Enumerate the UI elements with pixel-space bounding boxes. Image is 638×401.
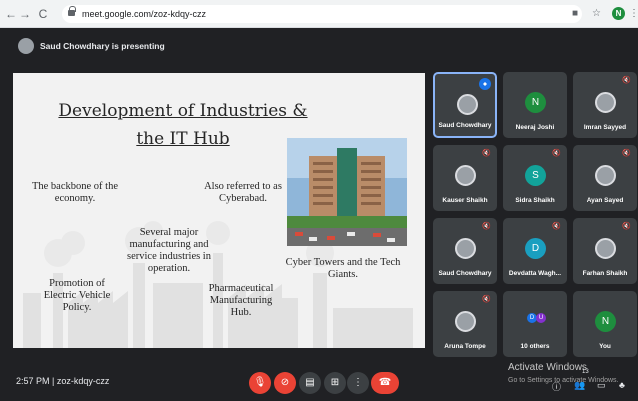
participant-tile[interactable]: 🔇 Aruna Tompe [433, 291, 497, 357]
participant-initial-avatar: D [525, 238, 546, 259]
star-icon[interactable]: ☆ [592, 8, 601, 19]
presenting-text: Saud Chowdhary is presenting [40, 41, 165, 51]
participant-photo-avatar [455, 165, 476, 186]
participant-name: Aruna Tompe [444, 343, 486, 350]
point-cyber-towers: Cyber Towers and the Tech Giants. [285, 257, 401, 280]
participant-name: Sidra Shaikh [515, 197, 555, 204]
people-count-badge: 13 [582, 369, 589, 375]
muted-mic-icon: 🔇 [552, 223, 561, 230]
participant-name: Saud Chowdhary [438, 122, 492, 129]
participant-tile[interactable]: 🔇 Imran Sayyed [573, 72, 637, 138]
participant-initial-avatar: N [525, 92, 546, 113]
participant-tile[interactable]: 🔇 Saud Chowdhary [433, 218, 497, 284]
participant-tile[interactable]: 🔇 Kauser Shaikh [433, 145, 497, 211]
participant-photo-avatar [595, 238, 616, 259]
address-bar[interactable]: meet.google.com/zoz-kdqy-czz [62, 5, 582, 23]
muted-mic-icon: 🔇 [622, 150, 631, 157]
participant-photo-avatar [455, 238, 476, 259]
forward-button[interactable]: → [18, 7, 32, 21]
presentation-slide: Development of Industries & the IT Hub T… [13, 73, 425, 348]
presenting-bar: Saud Chowdhary is presenting [0, 28, 638, 64]
participant-name: Imran Sayyed [583, 124, 627, 131]
participant-name: Kauser Shaikh [442, 197, 488, 204]
people-icon[interactable]: 👥 [574, 380, 585, 391]
menu-icon[interactable]: ⋮ [629, 8, 638, 19]
point-pharma: Pharmaceutical Manufacturing Hub. [208, 283, 274, 318]
point-backbone: The backbone of the economy. [31, 181, 118, 204]
participant-tile[interactable]: S 🔇 Sidra Shaikh [503, 145, 567, 211]
muted-mic-icon: 🔇 [482, 296, 491, 303]
participant-tile[interactable]: 🔇 Ayan Sayed [573, 145, 637, 211]
participant-photo-avatar [455, 311, 476, 332]
speaking-indicator-icon [479, 78, 491, 90]
participant-name: Devdatta Wagh... [508, 270, 562, 277]
camera-icon[interactable]: ■ [572, 8, 578, 19]
muted-mic-icon: 🔇 [482, 223, 491, 230]
cam-off-icon[interactable]: ⊘ [274, 372, 296, 394]
participant-tile[interactable]: 🔇 Farhan Shaikh [573, 218, 637, 284]
reload-button[interactable]: C [36, 7, 50, 21]
participant-name: Farhan Shaikh [582, 270, 628, 277]
participant-photo-avatar [595, 92, 616, 113]
others-mini-avatar: U [536, 313, 546, 323]
participant-tile[interactable]: N Neeraj Joshi [503, 72, 567, 138]
mic-off-icon[interactable]: 🎙 [249, 372, 271, 394]
participant-name: You [599, 343, 611, 350]
point-electric-vehicle: Promotion of Electric Vehicle Policy. [43, 278, 111, 313]
presenter-avatar [18, 38, 34, 54]
participant-name: Neeraj Joshi [515, 124, 555, 131]
participant-photo-avatar [595, 165, 616, 186]
participant-name: 10 others [520, 343, 550, 350]
participant-initial-avatar: S [525, 165, 546, 186]
participant-tile[interactable]: D U 10 others [503, 291, 567, 357]
profile-avatar[interactable]: N [612, 7, 625, 20]
participant-name: Saud Chowdhary [438, 270, 492, 277]
muted-mic-icon: 🔇 [482, 150, 491, 157]
point-cyberabad: Also referred to as Cyberabad. [204, 181, 282, 204]
point-several-industries: Several major manufacturing and service … [127, 227, 211, 274]
cyber-towers-photo [287, 138, 407, 246]
chat-icon[interactable]: ▭ [597, 380, 606, 391]
meeting-time-and-code: 2:57 PM | zoz-kdqy-czz [16, 376, 110, 386]
lock-icon [68, 6, 76, 16]
activities-icon[interactable]: ♣ [619, 380, 625, 390]
back-button[interactable]: ← [4, 7, 18, 21]
muted-mic-icon: 🔇 [552, 150, 561, 157]
participant-tile[interactable]: Saud Chowdhary [433, 72, 497, 138]
activate-windows-title: Activate Windows [508, 362, 587, 373]
participant-tile[interactable]: N You [573, 291, 637, 357]
browser-toolbar: ← → C meet.google.com/zoz-kdqy-czz ■ ☆ N… [0, 0, 638, 28]
participant-tile[interactable]: D 🔇 Devdatta Wagh... [503, 218, 567, 284]
more-icon[interactable]: ⋮ [347, 372, 369, 394]
slide-title-line1: Development of Industries & [58, 101, 308, 121]
present-icon[interactable]: ⊞ [324, 372, 346, 394]
participant-initial-avatar: N [595, 311, 616, 332]
muted-mic-icon: 🔇 [622, 77, 631, 84]
captions-icon[interactable]: ▤ [299, 372, 321, 394]
info-icon[interactable]: ⓘ [552, 380, 561, 393]
end-call-icon[interactable]: ☎ [371, 372, 399, 394]
participant-name: Ayan Sayed [586, 197, 624, 204]
muted-mic-icon: 🔇 [622, 223, 631, 230]
participant-photo-avatar [457, 94, 478, 115]
